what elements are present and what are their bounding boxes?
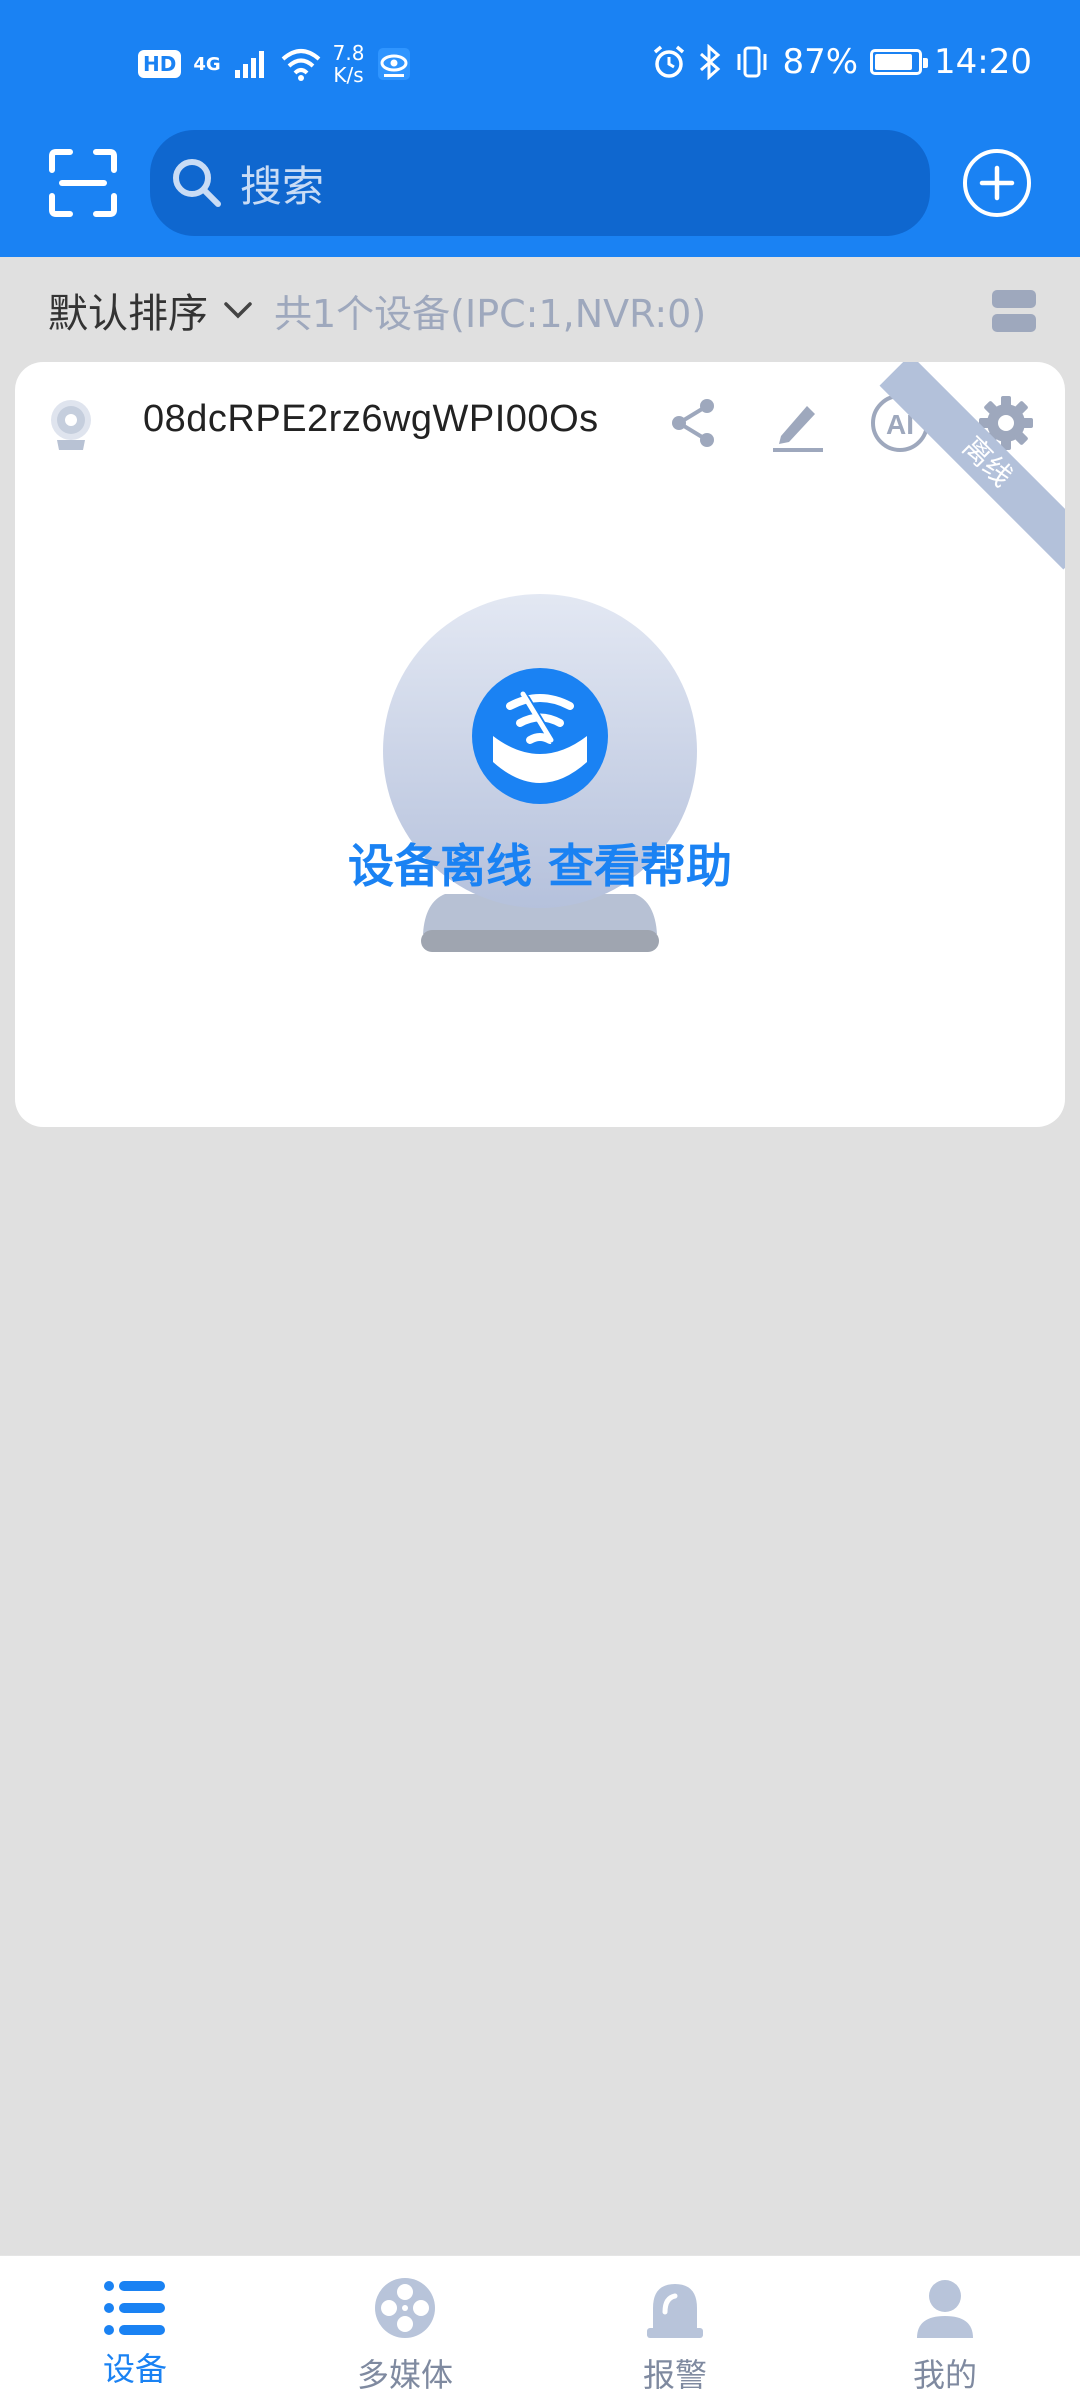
clock-time: 14:20 [934, 42, 1032, 82]
alarm-clock-icon [654, 45, 685, 78]
tab-profile[interactable]: 我的 [810, 2256, 1080, 2401]
scan-icon[interactable] [48, 148, 118, 218]
edit-icon[interactable] [767, 392, 829, 454]
add-device-button[interactable] [962, 148, 1032, 218]
camera-icon [51, 400, 91, 450]
share-icon[interactable] [663, 392, 725, 454]
alarm-light-icon [647, 2284, 703, 2338]
network-speed: 7.8 K/s [333, 42, 365, 86]
network-type: 4G [193, 53, 221, 75]
device-card[interactable]: 08dcRPE2rz6wgWPI00Os AI 离线 设备离线 查看帮助 [15, 362, 1065, 1127]
chevron-down-icon[interactable] [218, 290, 258, 330]
list-icon [104, 2281, 165, 2335]
device-name: 08dcRPE2rz6wgWPI00Os [143, 398, 599, 440]
search-placeholder: 搜索 [240, 161, 325, 211]
sort-dropdown[interactable]: 默认排序 [48, 281, 208, 339]
search-icon [173, 159, 221, 207]
status-left: HD 4G 7.8 K/s [138, 42, 412, 86]
tab-devices[interactable]: 设备 [0, 2256, 270, 2401]
device-count: 共1个设备(IPC:1,NVR:0) [274, 291, 707, 336]
search-bar[interactable]: 搜索 [150, 130, 930, 236]
tab-label: 报警 [642, 2356, 707, 2394]
tab-label: 多媒体 [356, 2356, 453, 2394]
signal-icon [234, 51, 264, 78]
battery-fill [875, 54, 912, 70]
offline-help-link[interactable]: 设备离线 查看帮助 [15, 830, 1065, 896]
film-reel-icon [375, 2278, 435, 2338]
sort-bar: 默认排序 共1个设备(IPC:1,NVR:0) [0, 260, 1080, 360]
bottom-tab-bar: 设备 多媒体 报警 我的 [0, 2255, 1080, 2401]
user-icon [917, 2280, 973, 2338]
wifi-icon [281, 49, 320, 81]
battery-percent: 87% [782, 42, 859, 82]
bluetooth-icon [700, 44, 721, 80]
tab-label: 设备 [102, 2350, 167, 2388]
tab-alarm[interactable]: 报警 [540, 2256, 810, 2401]
offline-camera-illustration [383, 594, 697, 952]
speed-value: 7.8 [332, 41, 365, 65]
status-bar: HD 4G 7.8 K/s 87% 14:20 [0, 0, 1080, 130]
eye-icon [378, 48, 411, 80]
tab-label: 我的 [912, 2356, 977, 2394]
battery-icon [870, 49, 929, 75]
tab-media[interactable]: 多媒体 [270, 2256, 540, 2401]
speed-unit: K/s [333, 63, 364, 87]
hd-badge: HD [138, 50, 182, 78]
status-right: 87% 14:20 [652, 42, 1032, 82]
vibrate-icon [737, 46, 767, 78]
layout-toggle-icon[interactable] [990, 286, 1038, 336]
